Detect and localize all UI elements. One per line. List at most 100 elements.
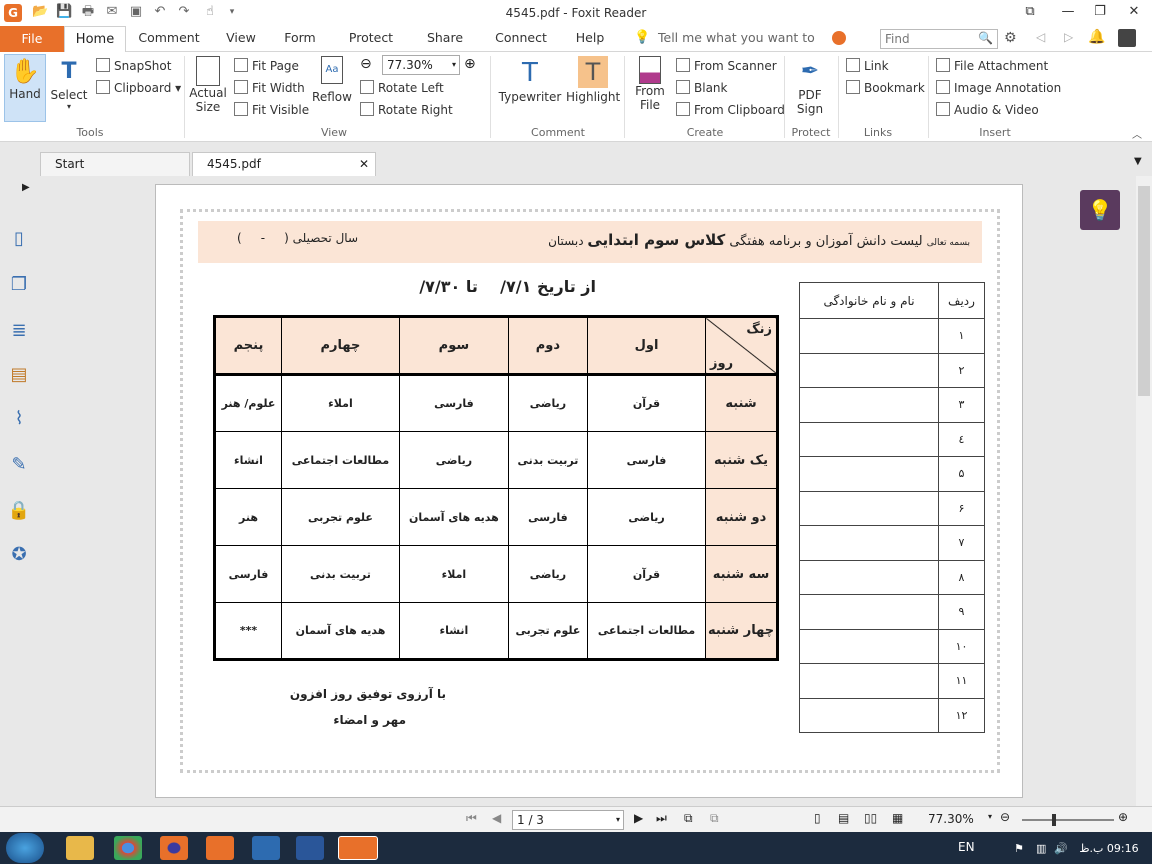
feedback-icon[interactable]: [832, 31, 846, 45]
chrome-taskbar-icon[interactable]: [114, 836, 142, 860]
tab-comment[interactable]: Comment: [136, 28, 202, 50]
hand-tool-button[interactable]: ✋ Hand: [4, 54, 46, 122]
tab-protect[interactable]: Protect: [344, 28, 398, 50]
close-button[interactable]: ✕: [1124, 3, 1144, 21]
tray-flag-icon[interactable]: ⚑: [1014, 842, 1024, 855]
page-thumbnails-icon[interactable]: ▯: [6, 226, 32, 252]
comments-icon[interactable]: ▤: [6, 362, 32, 388]
tabs-menu-chevron-icon[interactable]: ▼: [1134, 156, 1142, 167]
tab-4545-pdf[interactable]: 4545.pdf ✕: [192, 152, 376, 176]
facing-view-icon[interactable]: ▯▯: [864, 811, 877, 825]
tab-share[interactable]: Share: [422, 28, 468, 50]
signature-panel-icon[interactable]: ✎: [6, 452, 32, 478]
app-taskbar-icon[interactable]: [252, 836, 280, 860]
from-clipboard-label: From Clipboard: [694, 103, 785, 117]
status-zoom-value[interactable]: 77.30%: [928, 812, 974, 826]
prev-page-icon[interactable]: ◀: [492, 811, 501, 825]
zoom-select[interactable]: 77.30% ▾: [382, 55, 460, 75]
close-tab-icon[interactable]: ✕: [359, 153, 369, 175]
highlight-button[interactable]: T Highlight: [566, 56, 620, 112]
image-annotation-button[interactable]: Image Annotation: [936, 78, 1061, 98]
class-cell: هدیه های آسمان: [398, 488, 509, 546]
zoom-in-icon[interactable]: ⊕: [464, 56, 476, 72]
fit-width-button[interactable]: Fit Width: [234, 78, 305, 98]
fit-page-button[interactable]: Fit Page: [234, 56, 299, 76]
day-cell: دو شنبه: [705, 488, 778, 546]
expand-panel-icon[interactable]: ▶: [22, 182, 30, 193]
link-button[interactable]: Link: [846, 56, 889, 76]
tab-start[interactable]: Start: [40, 152, 190, 176]
explorer-taskbar-icon[interactable]: [66, 836, 94, 860]
audio-video-button[interactable]: Audio & Video: [936, 100, 1039, 120]
tab-home[interactable]: Home: [64, 26, 126, 53]
scroll-thumb[interactable]: [1138, 186, 1150, 396]
file-attachment-button[interactable]: File Attachment: [936, 56, 1048, 76]
status-zoom-in-icon[interactable]: ⊕: [1118, 810, 1128, 824]
bookmarks-icon[interactable]: ❐: [6, 272, 32, 298]
period-header: پنجم: [214, 316, 282, 375]
status-zoom-chevron-icon[interactable]: ▾: [988, 812, 992, 821]
clipboard-button[interactable]: Clipboard ▾: [96, 78, 181, 98]
bookmark-button[interactable]: Bookmark: [846, 78, 925, 98]
rotate-right-button[interactable]: Rotate Right: [360, 100, 453, 120]
tab-view[interactable]: View: [218, 28, 264, 50]
certificate-icon[interactable]: ✪: [6, 542, 32, 568]
tab-file[interactable]: File: [0, 26, 64, 52]
foxit-active-taskbar-icon[interactable]: [338, 836, 378, 860]
last-page-icon[interactable]: ⏭: [656, 811, 667, 826]
tab-form[interactable]: Form: [278, 28, 322, 50]
user-avatar-icon[interactable]: [1118, 29, 1136, 47]
tell-me-box[interactable]: Tell me what you want to do...: [658, 28, 830, 65]
extract-page-icon[interactable]: ⧉: [684, 811, 693, 826]
single-page-view-icon[interactable]: ▯: [814, 811, 821, 825]
pdf-sign-button[interactable]: ✒ PDF Sign: [790, 56, 830, 122]
tray-network-icon[interactable]: ▥: [1036, 842, 1046, 855]
tips-lightbulb-button[interactable]: 💡: [1080, 190, 1120, 230]
actual-size-button[interactable]: Actual Size: [188, 56, 228, 122]
continuous-facing-icon[interactable]: ▦: [892, 811, 903, 825]
snapshot-button[interactable]: SnapShot: [96, 56, 171, 76]
from-clipboard-button[interactable]: From Clipboard: [676, 100, 785, 120]
vertical-scrollbar[interactable]: [1136, 176, 1152, 806]
from-scanner-button[interactable]: From Scanner: [676, 56, 777, 76]
foxit-taskbar-icon[interactable]: [206, 836, 234, 860]
zoom-slider[interactable]: [1022, 814, 1114, 826]
find-input[interactable]: Find 🔍: [880, 29, 998, 49]
tab-connect[interactable]: Connect: [492, 28, 550, 50]
notification-bell-icon[interactable]: 🔔: [1088, 29, 1105, 45]
insert-page-icon[interactable]: ⧉: [710, 811, 719, 826]
language-indicator[interactable]: EN: [958, 840, 975, 854]
pdf-sign-label: PDF Sign: [796, 88, 824, 116]
tray-volume-icon[interactable]: 🔊: [1054, 842, 1068, 855]
nav-forward-icon[interactable]: ▷: [1064, 30, 1073, 44]
select-tool-button[interactable]: T Select ▾: [48, 56, 90, 120]
restore-ribbon-icon[interactable]: ⧉: [1020, 3, 1040, 21]
fit-visible-button[interactable]: Fit Visible: [234, 100, 309, 120]
maximize-button[interactable]: ❐: [1090, 3, 1110, 21]
continuous-view-icon[interactable]: ▤: [838, 811, 849, 825]
collapse-ribbon-icon[interactable]: ︿: [1132, 126, 1142, 141]
settings-gear-icon[interactable]: ⚙: [1004, 30, 1017, 46]
layers-icon[interactable]: ≣: [6, 318, 32, 344]
next-page-icon[interactable]: ▶: [634, 811, 643, 825]
start-button[interactable]: [6, 833, 44, 863]
page-number-select[interactable]: 1 / 3 ▾: [512, 810, 624, 830]
attachments-icon[interactable]: ⌇: [6, 406, 32, 432]
zoom-out-icon[interactable]: ⊖: [360, 56, 372, 72]
security-lock-icon[interactable]: 🔒: [6, 498, 32, 524]
blank-button[interactable]: Blank: [676, 78, 727, 98]
zoom-slider-thumb[interactable]: [1052, 814, 1056, 826]
word-taskbar-icon[interactable]: [296, 836, 324, 860]
typewriter-button[interactable]: T Typewriter: [498, 56, 562, 112]
schedule-row: چهار شنبه مطالعات اجتماعی علوم تجربی انش…: [214, 602, 778, 660]
clock[interactable]: 09:16 ب.ظ: [1070, 842, 1148, 855]
rotate-left-button[interactable]: Rotate Left: [360, 78, 444, 98]
minimize-button[interactable]: —: [1058, 3, 1078, 21]
tab-help[interactable]: Help: [572, 28, 608, 50]
reflow-button[interactable]: Aa Reflow: [310, 56, 354, 122]
status-zoom-out-icon[interactable]: ⊖: [1000, 810, 1010, 824]
firefox-taskbar-icon[interactable]: [160, 836, 188, 860]
from-file-button[interactable]: From File: [630, 56, 670, 122]
first-page-icon[interactable]: ⏮: [466, 811, 477, 826]
nav-back-icon[interactable]: ◁: [1036, 30, 1045, 44]
